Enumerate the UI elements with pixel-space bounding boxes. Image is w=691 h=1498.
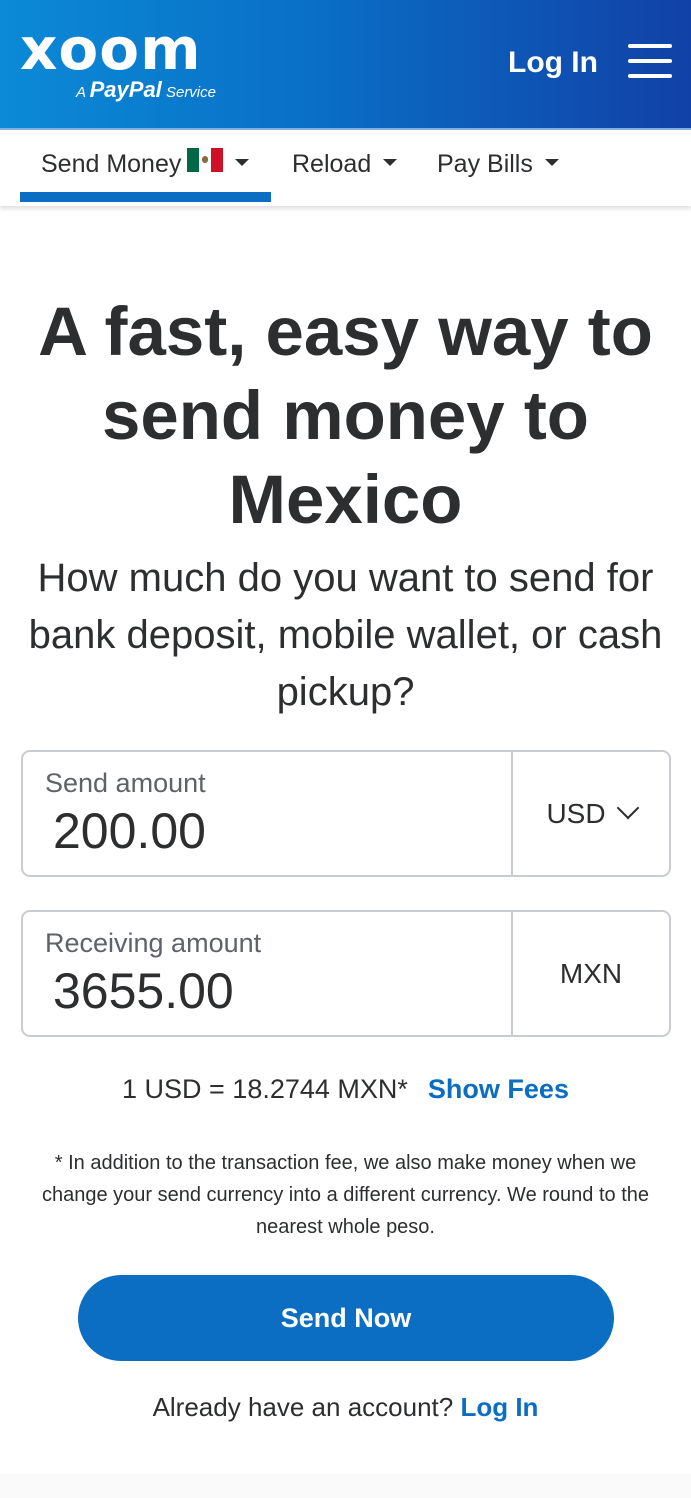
mexico-flag-icon [187,148,224,173]
hamburger-menu-icon[interactable] [628,44,672,78]
active-tab-indicator [20,192,271,202]
account-prompt-text: Already have an account? [152,1392,454,1422]
page-subtitle: How much do you want to send for bank de… [28,556,663,714]
receiving-amount-input[interactable] [53,962,503,1020]
send-amount-field: Send amount USD [21,750,671,877]
tab-label: Pay Bills [437,150,533,178]
logo-tagline-prefix: A [76,84,86,101]
caret-down-icon [235,158,250,166]
send-currency-code: USD [546,797,606,829]
tab-send-money[interactable]: Send Money [41,148,250,186]
logo-tagline-suffix: Service [165,84,216,101]
footer-strip [0,1474,691,1498]
tab-label: Reload [292,150,372,178]
caret-down-icon [383,158,398,166]
tab-reload[interactable]: Reload [292,150,398,186]
receiving-currency: MXN [511,912,669,1035]
header-login-link[interactable]: Log In [508,46,598,80]
menu-bar [628,59,672,63]
exchange-rate-line: 1 USD = 18.2744 MXN* Show Fees [0,1074,691,1105]
send-currency-select[interactable]: USD [511,752,669,875]
product-nav: Send Money Reload Pay Bills [0,130,691,206]
send-amount-label: Send amount [45,768,206,798]
exchange-rate-text: 1 USD = 18.2744 MXN* [122,1074,408,1104]
page-title: A fast, easy way to send money to Mexico [38,293,653,538]
chevron-down-icon [616,796,639,819]
tab-pay-bills[interactable]: Pay Bills [437,150,559,186]
logo-wordmark: xoom [20,15,202,83]
tab-label: Send Money [41,150,182,178]
send-amount-input[interactable] [53,802,503,860]
show-fees-link[interactable]: Show Fees [428,1074,569,1104]
send-now-button[interactable]: Send Now [78,1275,614,1361]
receiving-amount-field: Receiving amount MXN [21,910,671,1037]
account-prompt: Already have an account? Log In [0,1392,691,1423]
login-link[interactable]: Log In [460,1392,538,1422]
logo-tagline: A PayPal Service [76,77,216,103]
paypal-brand: PayPal [89,77,162,102]
currency-disclaimer: * In addition to the transaction fee, we… [41,1152,649,1238]
receiving-currency-code: MXN [559,957,623,989]
site-header: xoom A PayPal Service Log In [0,0,691,130]
caret-down-icon [544,158,559,166]
xoom-logo[interactable]: xoom A PayPal Service [20,15,216,102]
menu-bar [628,74,672,78]
receiving-amount-label: Receiving amount [45,928,262,958]
menu-bar [628,44,672,48]
